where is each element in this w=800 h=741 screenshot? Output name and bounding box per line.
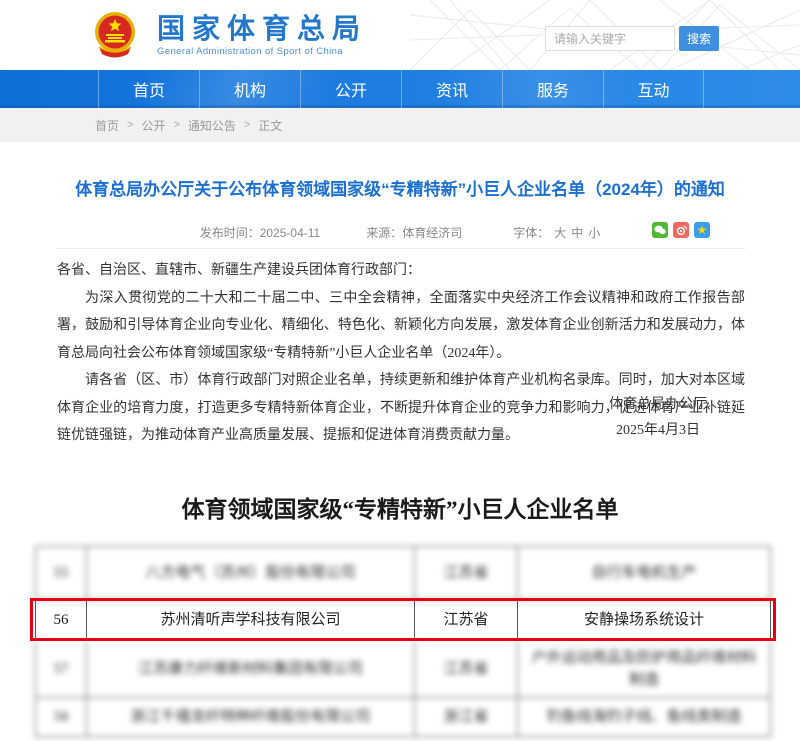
main-nav: 首页 机构 公开 资讯 服务 互动 xyxy=(0,70,800,108)
cell-business: 安静操场系统设计 xyxy=(518,600,771,639)
cell-province: 浙江省 xyxy=(415,698,518,736)
meta-divider xyxy=(57,248,745,249)
search-bar: 搜索 xyxy=(545,26,719,51)
wechat-share-icon[interactable] xyxy=(652,222,668,238)
cell-serial: 55 xyxy=(35,547,87,599)
font-size-small[interactable]: 小 xyxy=(588,226,600,240)
cell-company: 浙江千禧龙纤特种纤维股份有限公司 xyxy=(87,698,415,736)
font-size-large[interactable]: 大 xyxy=(554,226,566,240)
signature-block: 体育总局办公厅 2025年4月3日 xyxy=(609,392,707,444)
salutation-paragraph: 各省、自治区、直辖市、新疆生产建设兵团体育行政部门： xyxy=(57,257,745,285)
search-input[interactable] xyxy=(545,26,675,51)
site-header: 国家体育总局 General Administration of Sport o… xyxy=(0,0,800,70)
cell-business: 户外运动用品及防护用品纤维材料制造 xyxy=(518,640,771,697)
breadcrumb-notices[interactable]: 通知公告 xyxy=(188,117,236,134)
site-brand[interactable]: 国家体育总局 General Administration of Sport o… xyxy=(93,11,367,59)
cell-company: 八方电气（苏州）股份有限公司 xyxy=(87,547,415,599)
share-buttons: ★ xyxy=(652,222,710,238)
search-button[interactable]: 搜索 xyxy=(679,26,719,51)
cell-serial: 57 xyxy=(35,640,87,697)
cell-serial: 58 xyxy=(35,698,87,736)
nav-item-services[interactable]: 服务 xyxy=(502,70,603,108)
table-row: 58 浙江千禧龙纤特种纤维股份有限公司 浙江省 钓鱼线海钓子线、鱼线类制造 xyxy=(35,698,771,737)
list-title: 体育领域国家级“专精特新”小巨人企业名单 xyxy=(40,490,760,524)
breadcrumb: 首页 > 公开 > 通知公告 > 正文 xyxy=(0,108,800,142)
nav-item-home[interactable]: 首页 xyxy=(98,70,199,108)
nav-item-disclosure[interactable]: 公开 xyxy=(300,70,401,108)
table-row: 57 江苏康力纤维新材料集团有限公司 江苏省 户外运动用品及防护用品纤维材料制造 xyxy=(35,640,771,698)
article-source: 来源：体育经济司 xyxy=(366,224,462,241)
weibo-share-icon[interactable] xyxy=(673,222,689,238)
article-title: 体育总局办公厅关于公布体育领域国家级“专精特新”小巨人企业名单（2024年）的通… xyxy=(40,178,760,202)
breadcrumb-separator: > xyxy=(127,119,133,131)
cell-company: 苏州清听声学科技有限公司 xyxy=(87,600,415,639)
site-subtitle: General Administration of Sport of China xyxy=(157,46,367,57)
breadcrumb-home[interactable]: 首页 xyxy=(95,117,119,134)
cell-business: 自行车电机生产 xyxy=(518,547,771,599)
enterprise-table: 55 八方电气（苏州）股份有限公司 江苏省 自行车电机生产 56 苏州清听声学科… xyxy=(35,546,771,737)
cell-province: 江苏省 xyxy=(415,547,518,599)
breadcrumb-current: 正文 xyxy=(258,117,282,134)
article-meta: 发布时间：2025-04-11 来源：体育经济司 字体：大中小 ★ xyxy=(0,222,800,242)
site-title: 国家体育总局 xyxy=(157,14,367,44)
brand-text: 国家体育总局 General Administration of Sport o… xyxy=(157,14,367,57)
font-size-medium[interactable]: 中 xyxy=(571,226,583,240)
table-row: 55 八方电气（苏州）股份有限公司 江苏省 自行车电机生产 xyxy=(35,546,771,600)
nav-item-news[interactable]: 资讯 xyxy=(401,70,502,108)
breadcrumb-separator: > xyxy=(173,119,179,131)
cell-province: 江苏省 xyxy=(415,600,518,639)
table-row-highlighted: 56 苏州清听声学科技有限公司 江苏省 安静操场系统设计 xyxy=(35,600,771,640)
cell-province: 江苏省 xyxy=(415,640,518,697)
page: 国家体育总局 General Administration of Sport o… xyxy=(0,0,800,741)
body-paragraph-1: 为深入贯彻党的二十大和二十届二中、三中全会精神，全面落实中央经济工作会议精神和政… xyxy=(57,285,745,368)
cell-company: 江苏康力纤维新材料集团有限公司 xyxy=(87,640,415,697)
font-size-control: 字体：大中小 xyxy=(508,224,600,241)
signature-date: 2025年4月3日 xyxy=(609,418,707,444)
cell-business: 钓鱼线海钓子线、鱼线类制造 xyxy=(518,698,771,736)
nav-item-org[interactable]: 机构 xyxy=(199,70,300,108)
nav-item-interact[interactable]: 互动 xyxy=(603,70,704,108)
national-emblem-logo xyxy=(93,11,137,59)
cell-serial: 56 xyxy=(35,600,87,639)
publish-time: 发布时间：2025-04-11 xyxy=(200,224,321,241)
breadcrumb-disclosure[interactable]: 公开 xyxy=(141,117,165,134)
signature-office: 体育总局办公厅 xyxy=(609,392,707,418)
breadcrumb-separator: > xyxy=(244,119,250,131)
qzone-star-share-icon[interactable]: ★ xyxy=(694,222,710,238)
